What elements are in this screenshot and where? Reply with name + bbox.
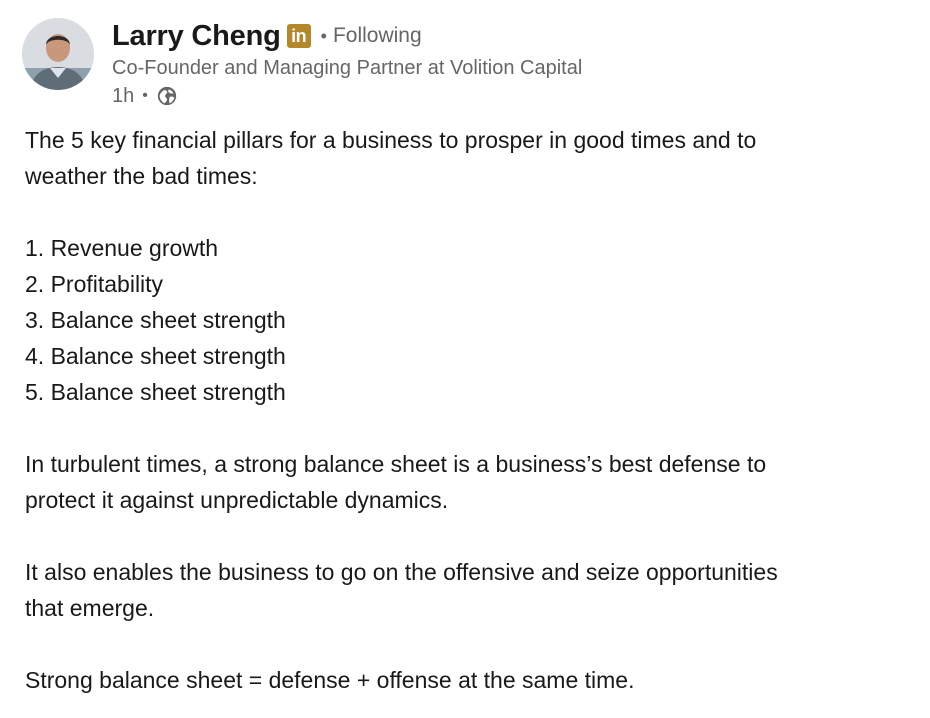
post-text-line: protect it against unpredictable dynamic… [25, 487, 449, 513]
follow-status[interactable]: Following [333, 24, 422, 48]
post-text-line: In turbulent times, a strong balance she… [25, 451, 767, 477]
list-item: 3. Balance sheet strength [25, 307, 286, 333]
post-list: 1. Revenue growth 2. Profitability 3. Ba… [25, 230, 905, 410]
post-paragraph: Strong balance sheet = defense + offense… [25, 662, 905, 698]
post-text-line: It also enables the business to go on th… [25, 559, 778, 585]
post-header: Larry Cheng in • Following Co-Founder an… [22, 18, 902, 110]
list-item: 4. Balance sheet strength [25, 343, 286, 369]
post-text-line: The 5 key financial pillars for a busine… [25, 127, 757, 153]
list-item: 2. Profitability [25, 271, 164, 297]
list-item: 5. Balance sheet strength [25, 379, 286, 405]
author-avatar[interactable] [22, 18, 94, 90]
post-body: The 5 key financial pillars for a busine… [25, 122, 905, 698]
globe-icon[interactable] [156, 85, 178, 107]
author-block: Larry Cheng in • Following Co-Founder an… [112, 18, 582, 110]
linkedin-badge-icon: in [286, 24, 311, 48]
post-text-line: Strong balance sheet = defense + offense… [25, 667, 635, 693]
post-text-line: weather the bad times: [25, 163, 258, 189]
post-paragraph: It also enables the business to go on th… [25, 554, 905, 626]
meta-separator-dot: • [142, 87, 148, 104]
post-meta: 1h • [112, 82, 582, 110]
author-name[interactable]: Larry Cheng [112, 20, 281, 53]
author-headline: Co-Founder and Managing Partner at Volit… [112, 57, 583, 79]
post-text-line: that emerge. [25, 595, 155, 621]
list-item: 1. Revenue growth [25, 235, 219, 261]
post-timestamp: 1h [112, 84, 135, 107]
post-paragraph: In turbulent times, a strong balance she… [25, 446, 905, 518]
profile-photo-icon [22, 18, 94, 90]
separator-dot: • [320, 25, 327, 46]
post-paragraph: The 5 key financial pillars for a busine… [25, 122, 905, 194]
author-name-row: Larry Cheng in • Following [112, 18, 582, 54]
